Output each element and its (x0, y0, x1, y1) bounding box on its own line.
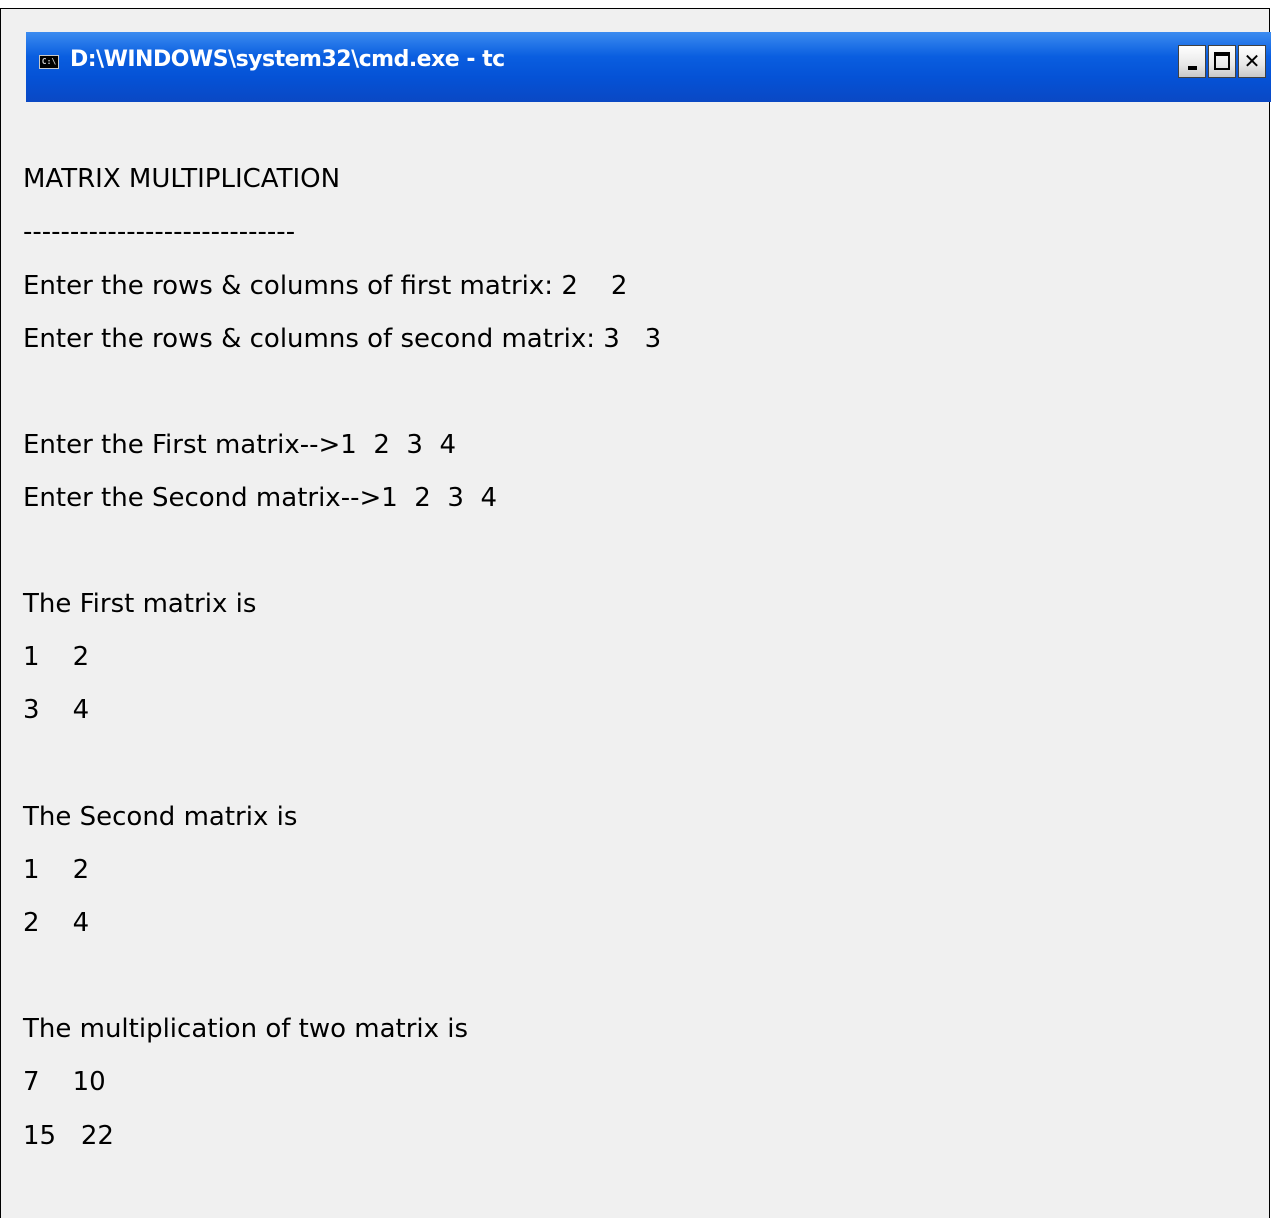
maximize-icon (1214, 52, 1230, 70)
prompt-first-dims: Enter the rows & columns of first matrix… (23, 271, 628, 301)
window-title: D:\WINDOWS\system32\cmd.exe - tc (70, 47, 505, 72)
console-window: C:\ D:\WINDOWS\system32\cmd.exe - tc ✕ M… (0, 8, 1271, 1218)
matrix-row: 1 2 (23, 855, 90, 885)
console-output: MATRIX MULTIPLICATION ------------------… (23, 9, 661, 1151)
second-matrix-label: The Second matrix is (23, 802, 298, 832)
matrix-row: 7 10 (23, 1067, 106, 1097)
prompt-second-dims: Enter the rows & columns of second matri… (23, 324, 662, 354)
heading: MATRIX MULTIPLICATION (23, 164, 341, 194)
maximize-button[interactable] (1208, 45, 1236, 78)
matrix-row: 15 22 (23, 1121, 114, 1151)
result-label: The multiplication of two matrix is (23, 1014, 469, 1044)
close-button[interactable]: ✕ (1238, 45, 1266, 78)
matrix-row: 1 2 (23, 642, 90, 672)
first-matrix-label: The First matrix is (23, 589, 257, 619)
close-icon: ✕ (1243, 49, 1261, 73)
minimize-icon (1188, 66, 1197, 70)
separator: ----------------------------- (23, 217, 296, 247)
matrix-row: 2 4 (23, 908, 90, 938)
input-second-matrix: Enter the Second matrix-->1 2 3 4 (23, 483, 497, 513)
matrix-row: 3 4 (23, 695, 90, 725)
title-bar[interactable]: C:\ D:\WINDOWS\system32\cmd.exe - tc ✕ (26, 32, 1271, 102)
input-first-matrix: Enter the First matrix-->1 2 3 4 (23, 430, 457, 460)
minimize-button[interactable] (1178, 45, 1206, 78)
